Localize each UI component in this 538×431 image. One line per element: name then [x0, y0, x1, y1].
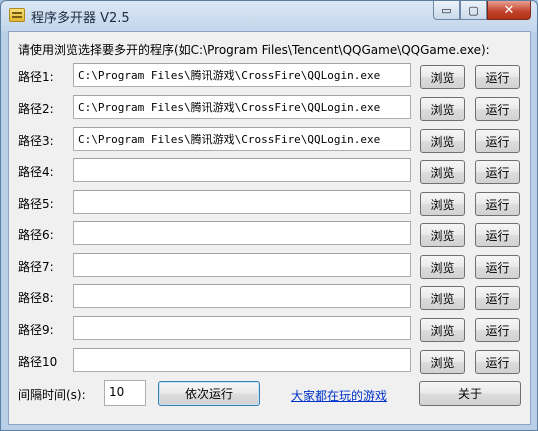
path-row: 路径2: C:\Program Files\腾讯游戏\CrossFire\QQLo…: [9, 95, 530, 121]
about-button[interactable]: 关于: [419, 381, 521, 406]
window-title: 程序多开器 V2.5: [31, 11, 130, 26]
app-window: 程序多开器 V2.5 ▭ ▢ ✕ 请使用浏览选择要多开的程序(如C:\Progr…: [0, 0, 538, 431]
path-row: 路径6: 浏览 运行: [9, 221, 530, 247]
path-row: 路径8: 浏览 运行: [9, 284, 530, 310]
run-button[interactable]: 运行: [475, 223, 520, 247]
path-label: 路径9:: [18, 323, 54, 337]
browse-button[interactable]: 浏览: [420, 255, 465, 279]
app-icon: [9, 8, 25, 22]
interval-input[interactable]: 10: [104, 380, 146, 406]
path-input[interactable]: [73, 158, 411, 182]
title-bar[interactable]: 程序多开器 V2.5 ▭ ▢ ✕: [1, 1, 537, 31]
path-input[interactable]: [73, 253, 411, 277]
browse-button[interactable]: 浏览: [420, 350, 465, 374]
path-input[interactable]: [73, 284, 411, 308]
path-label: 路径10: [18, 355, 58, 369]
browse-button[interactable]: 浏览: [420, 97, 465, 121]
path-row: 路径3: C:\Program Files\腾讯游戏\CrossFire\QQLo…: [9, 127, 530, 153]
caption-buttons: ▭ ▢ ✕: [433, 1, 531, 21]
run-button[interactable]: 运行: [475, 286, 520, 310]
instruction-text: 请使用浏览选择要多开的程序(如C:\Program Files\Tencent\…: [18, 43, 490, 57]
path-row: 路径4: 浏览 运行: [9, 158, 530, 184]
path-row: 路径7: 浏览 运行: [9, 253, 530, 279]
browse-button[interactable]: 浏览: [420, 286, 465, 310]
path-label: 路径6:: [18, 228, 54, 242]
browse-button[interactable]: 浏览: [420, 223, 465, 247]
path-label: 路径4:: [18, 165, 54, 179]
run-button[interactable]: 运行: [475, 350, 520, 374]
minimize-button[interactable]: ▭: [433, 1, 460, 20]
run-button[interactable]: 运行: [475, 97, 520, 121]
browse-button[interactable]: 浏览: [420, 65, 465, 89]
path-row: 路径10 浏览 运行: [9, 348, 530, 374]
path-row: 路径5: 浏览 运行: [9, 190, 530, 216]
path-label: 路径3:: [18, 134, 54, 148]
run-button[interactable]: 运行: [475, 160, 520, 184]
close-button[interactable]: ✕: [487, 1, 531, 20]
path-label: 路径5:: [18, 197, 54, 211]
path-input[interactable]: C:\Program Files\腾讯游戏\CrossFire\QQLogin.…: [73, 127, 411, 151]
run-sequential-button[interactable]: 依次运行: [158, 381, 260, 406]
maximize-button[interactable]: ▢: [460, 1, 487, 20]
path-input[interactable]: [73, 316, 411, 340]
path-input[interactable]: [73, 348, 411, 372]
path-input[interactable]: [73, 190, 411, 214]
path-row: 路径1: C:\Program Files\腾讯游戏\CrossFire\QQLo…: [9, 63, 530, 89]
run-button[interactable]: 运行: [475, 129, 520, 153]
browse-button[interactable]: 浏览: [420, 192, 465, 216]
browse-button[interactable]: 浏览: [420, 129, 465, 153]
path-input[interactable]: C:\Program Files\腾讯游戏\CrossFire\QQLogin.…: [73, 63, 411, 87]
browse-button[interactable]: 浏览: [420, 160, 465, 184]
path-label: 路径7:: [18, 260, 54, 274]
browse-button[interactable]: 浏览: [420, 318, 465, 342]
path-label: 路径1:: [18, 70, 54, 84]
path-input[interactable]: C:\Program Files\腾讯游戏\CrossFire\QQLogin.…: [73, 95, 411, 119]
popular-games-link[interactable]: 大家都在玩的游戏: [291, 387, 387, 404]
interval-label: 间隔时间(s):: [18, 388, 86, 402]
path-input[interactable]: [73, 221, 411, 245]
run-button[interactable]: 运行: [475, 318, 520, 342]
client-area: 请使用浏览选择要多开的程序(如C:\Program Files\Tencent\…: [8, 31, 531, 425]
run-button[interactable]: 运行: [475, 255, 520, 279]
path-row: 路径9: 浏览 运行: [9, 316, 530, 342]
path-label: 路径2:: [18, 102, 54, 116]
path-label: 路径8:: [18, 291, 54, 305]
run-button[interactable]: 运行: [475, 65, 520, 89]
run-button[interactable]: 运行: [475, 192, 520, 216]
